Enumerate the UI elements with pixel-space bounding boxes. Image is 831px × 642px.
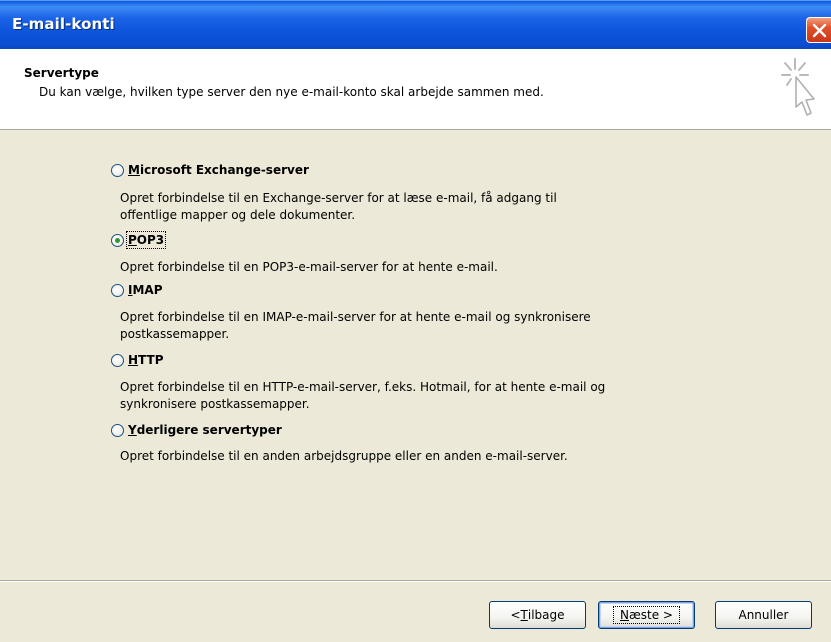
desc-imap-line1: Opret forbindelse til en IMAP-e-mail-ser… xyxy=(120,310,591,324)
footer-divider xyxy=(0,580,831,582)
radio-exchange[interactable] xyxy=(111,164,124,177)
radio-http[interactable] xyxy=(111,354,124,367)
radio-pop3[interactable] xyxy=(111,234,124,247)
next-button[interactable]: Næste > xyxy=(598,601,695,629)
desc-http-line1: Opret forbindelse til en HTTP-e-mail-ser… xyxy=(120,380,606,394)
email-accounts-dialog: E-mail-konti Servertype Du kan vælge, hv… xyxy=(0,0,831,642)
desc-pop3: Opret forbindelse til en POP3-e-mail-ser… xyxy=(120,260,498,274)
desc-exchange-line1: Opret forbindelse til en Exchange-server… xyxy=(120,191,557,205)
label-http[interactable]: HTTP xyxy=(128,353,164,367)
wizard-header: Servertype Du kan vælge, hvilken type se… xyxy=(0,49,831,130)
close-button[interactable] xyxy=(806,17,831,43)
window-title: E-mail-konti xyxy=(12,15,115,33)
page-title: Servertype xyxy=(24,66,99,80)
label-exchange[interactable]: Microsoft Exchange-server xyxy=(128,163,309,177)
label-pop3[interactable]: POP3 xyxy=(125,231,167,249)
radio-other[interactable] xyxy=(111,424,124,437)
label-other[interactable]: Yderligere servertyper xyxy=(128,423,282,437)
desc-other: Opret forbindelse til en anden arbejdsgr… xyxy=(120,449,568,463)
radio-imap[interactable] xyxy=(111,284,124,297)
label-imap[interactable]: IMAP xyxy=(128,283,163,297)
cancel-button[interactable]: Annuller xyxy=(715,601,812,629)
close-icon xyxy=(812,23,827,38)
back-button[interactable]: < Tilbage xyxy=(489,601,586,629)
desc-exchange-line2: offentlige mapper og dele dokumenter. xyxy=(120,208,356,222)
desc-http-line2: synkronisere postkassemapper. xyxy=(120,397,310,411)
desc-imap-line2: postkassemapper. xyxy=(120,327,230,341)
wizard-cursor-icon xyxy=(781,58,815,116)
title-bar[interactable]: E-mail-konti xyxy=(0,0,831,49)
page-subtitle: Du kan vælge, hvilken type server den ny… xyxy=(39,85,544,99)
